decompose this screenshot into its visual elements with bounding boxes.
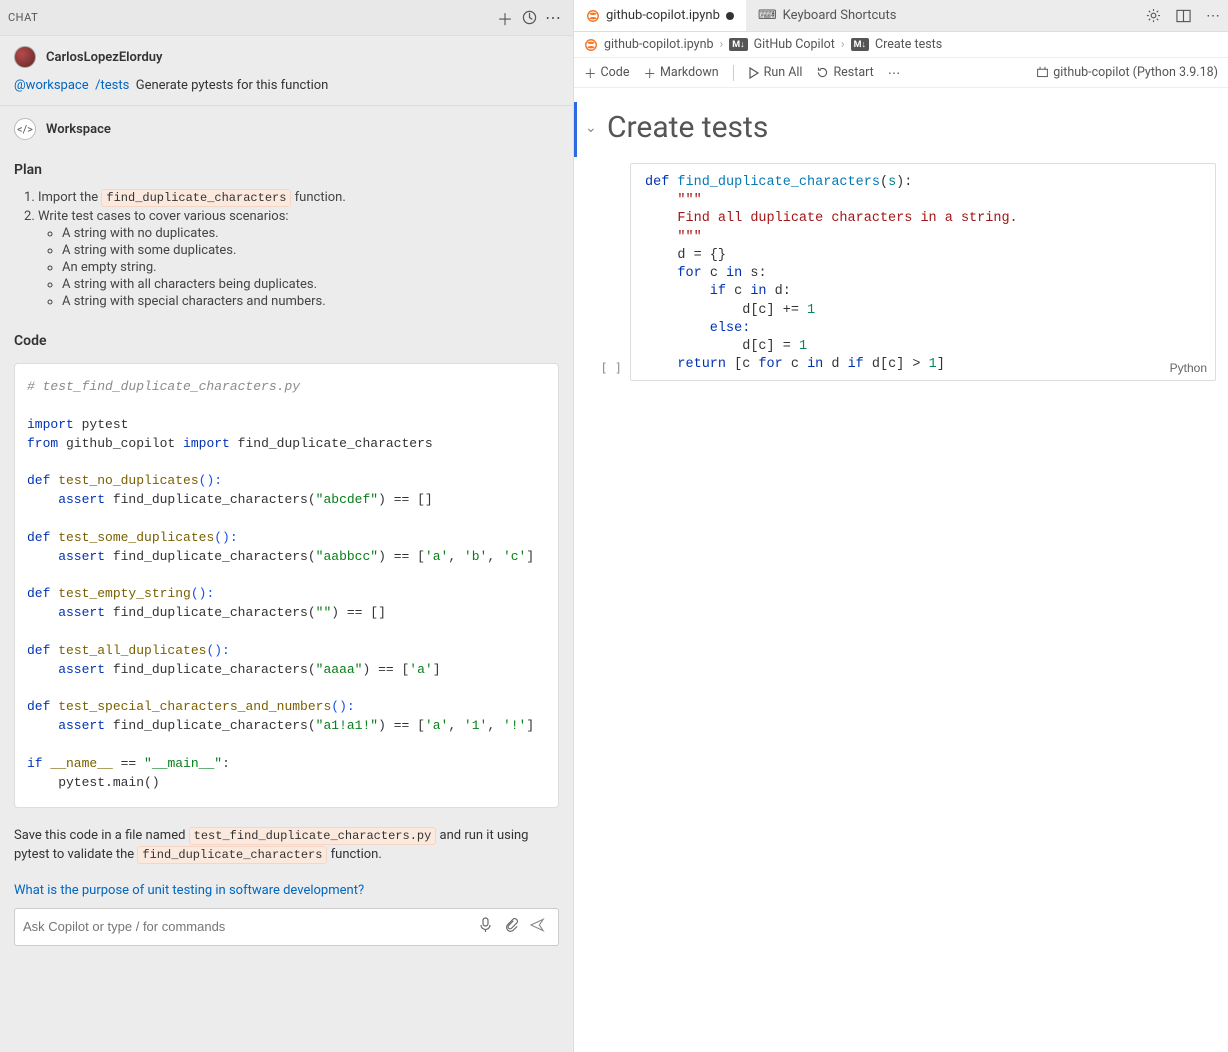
notebook-body: ⋯ ⌄ Create tests [ ] def find_duplicate_… [574,88,1228,1052]
notebook-toolbar: ＋ Code ＋ Markdown Run All Restart ⋯ gith… [574,58,1228,88]
chat-title: CHAT [8,11,493,24]
add-markdown-button[interactable]: ＋ Markdown [643,63,718,82]
mention-workspace[interactable]: @workspace [14,78,89,93]
plan-list: Import the find_duplicate_characters fun… [0,184,573,317]
chat-input-row [14,908,559,946]
send-icon[interactable] [524,918,550,936]
more-icon[interactable]: ⋯ [541,6,565,30]
new-chat-icon[interactable]: ＋ [493,6,517,30]
restart-button[interactable]: Restart [816,65,873,80]
tab-bar: github-copilot.ipynb ⌨ Keyboard Shortcut… [574,0,1228,32]
split-editor-icon[interactable] [1168,0,1198,31]
code-heading: Code [0,317,573,355]
user-request: @workspace /tests Generate pytests for t… [0,74,573,105]
editor-panel: github-copilot.ipynb ⌨ Keyboard Shortcut… [574,0,1228,1052]
plan-subitem: A string with no duplicates. [62,226,559,241]
slash-tests[interactable]: /tests [95,78,129,93]
plan-subitem: A string with special characters and num… [62,294,559,309]
username: CarlosLopezElorduy [46,50,163,65]
dirty-dot-icon [726,12,734,20]
tab-label: Keyboard Shortcuts [783,8,897,23]
plan-sublist: A string with no duplicates. A string wi… [38,226,559,309]
chat-header: CHAT ＋ ⋯ [0,0,573,35]
plan-subitem: A string with all characters being dupli… [62,277,559,292]
inline-code: find_duplicate_characters [101,189,291,207]
mic-icon[interactable] [472,917,498,937]
chat-suggestion-link[interactable]: What is the purpose of unit testing in s… [0,869,573,898]
inline-code: test_find_duplicate_characters.py [189,827,437,845]
cell-language-label[interactable]: Python [1170,360,1207,376]
tab-label: github-copilot.ipynb [606,8,720,23]
gear-icon[interactable] [1138,0,1168,31]
code-cell: [ ] def find_duplicate_characters(s): ""… [574,163,1216,381]
section-title: Create tests [607,110,768,145]
more-icon[interactable]: ⋯ [1198,0,1228,31]
inline-code: find_duplicate_characters [137,846,327,864]
markdown-icon: M↓ [729,38,747,51]
execution-count: [ ] [574,163,630,381]
breadcrumb-section[interactable]: Create tests [875,37,942,52]
tab-keyboard-shortcuts[interactable]: ⌨ Keyboard Shortcuts [746,0,909,31]
breadcrumb: github-copilot.ipynb › M↓ GitHub Copilot… [574,32,1228,58]
code-icon: </> [14,118,36,140]
plan-heading: Plan [0,146,573,184]
tab-notebook[interactable]: github-copilot.ipynb [574,0,746,31]
workspace-header: </> Workspace [0,105,573,146]
code-cell-editor[interactable]: def find_duplicate_characters(s): """ Fi… [630,163,1216,381]
request-text: Generate pytests for this function [136,78,329,93]
avatar [14,46,36,68]
jupyter-icon [584,38,598,52]
plan-subitem: An empty string. [62,260,559,275]
history-icon[interactable] [517,6,541,30]
section-header: ⌄ Create tests [574,102,1228,157]
run-all-button[interactable]: Run All [748,65,803,80]
markdown-icon: M↓ [851,38,869,51]
chevron-down-icon[interactable]: ⌄ [585,120,603,136]
plan-subitem: A string with some duplicates. [62,243,559,258]
jupyter-icon [586,9,600,23]
toolbar-more-icon[interactable]: ⋯ [888,65,901,81]
add-code-button[interactable]: ＋ Code [584,63,629,82]
kernel-selector[interactable]: github-copilot (Python 3.9.18) [1036,65,1218,80]
workspace-label: Workspace [46,122,111,137]
plan-item: Write test cases to cover various scenar… [38,209,559,309]
plan-item: Import the find_duplicate_characters fun… [38,190,559,205]
breadcrumb-file[interactable]: github-copilot.ipynb [604,37,714,52]
chat-input[interactable] [23,919,472,934]
chat-user-row: CarlosLopezElorduy [0,36,573,74]
keyboard-icon: ⌨ [758,8,777,23]
chat-footer-text: Save this code in a file named test_find… [0,816,573,869]
chat-body: CarlosLopezElorduy @workspace /tests Gen… [0,35,573,1052]
chat-code-block[interactable]: # test_find_duplicate_characters.py impo… [14,363,559,808]
attach-icon[interactable] [498,917,524,936]
chat-panel: CHAT ＋ ⋯ CarlosLopezElorduy @workspace /… [0,0,574,1052]
breadcrumb-section[interactable]: GitHub Copilot [754,37,835,52]
